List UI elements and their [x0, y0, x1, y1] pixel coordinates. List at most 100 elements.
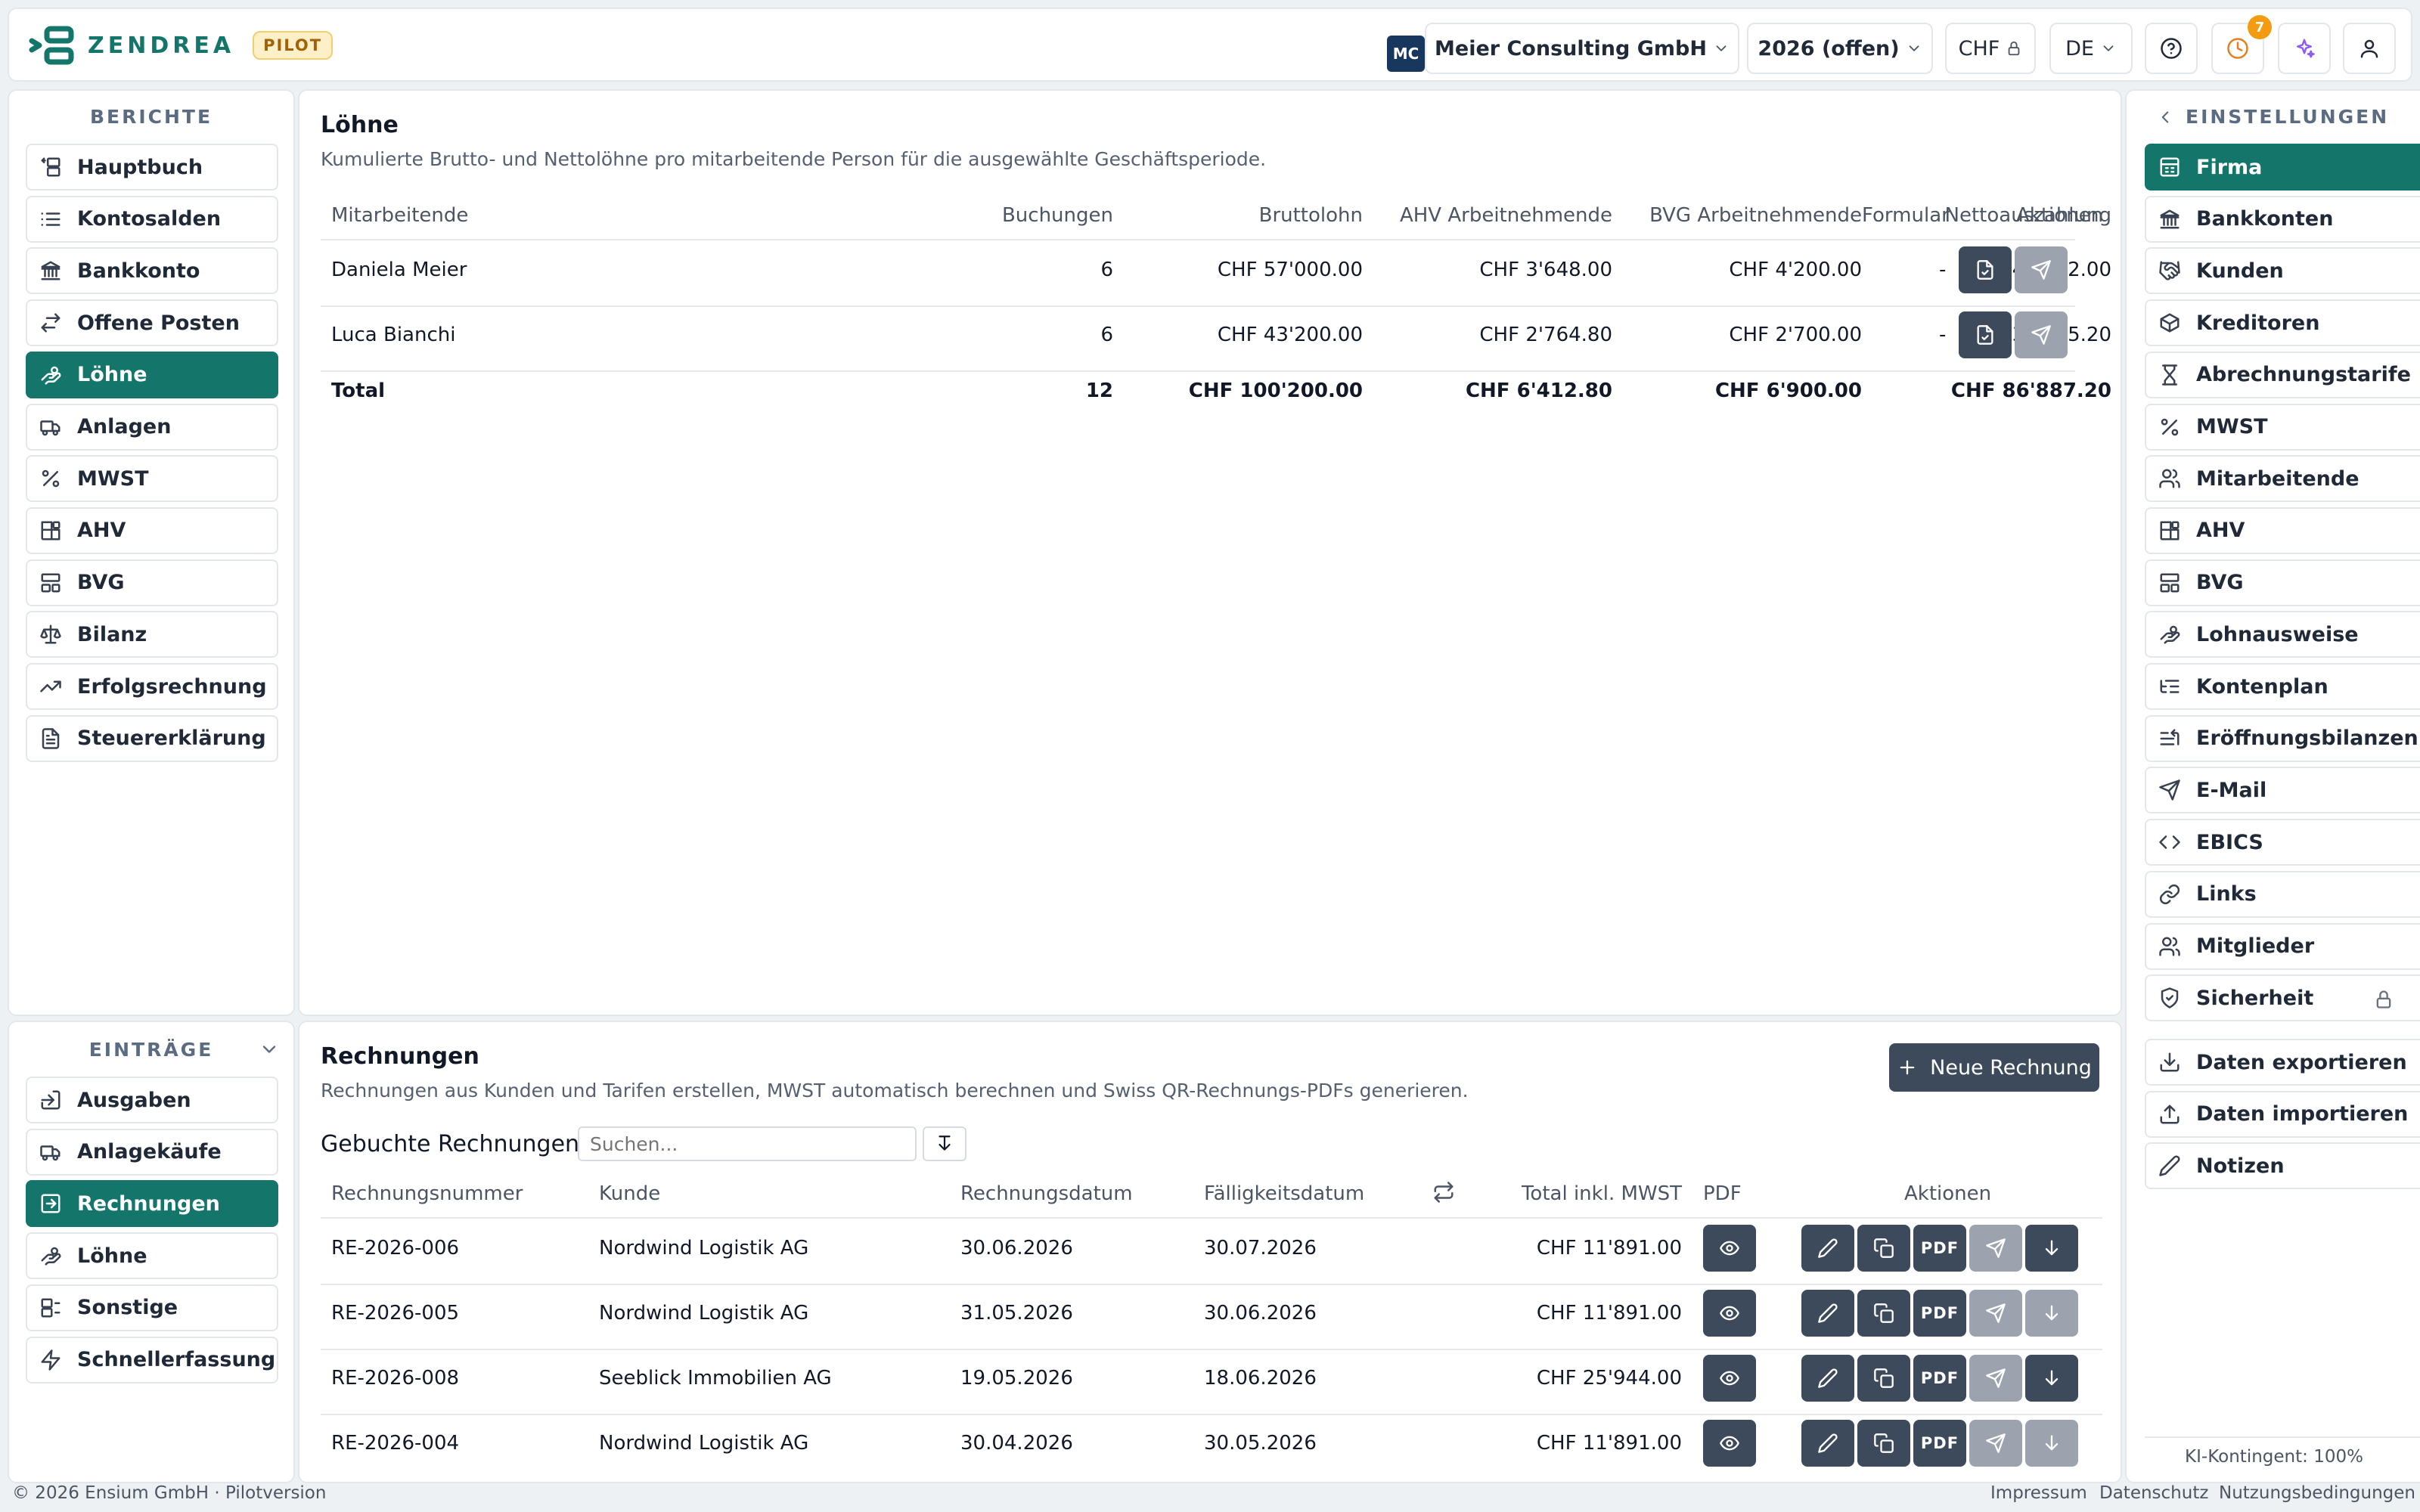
entries-item-0[interactable]: Ausgaben [26, 1077, 278, 1123]
settings-item-12[interactable]: E-Mail [2145, 767, 2420, 814]
edit-invoice-button[interactable] [1801, 1290, 1854, 1337]
send-invoice-button[interactable] [1969, 1225, 2022, 1272]
download-invoice-button[interactable] [2025, 1225, 2078, 1272]
download-invoice-button[interactable] [2025, 1420, 2078, 1467]
generate-payslip-button[interactable] [1959, 246, 2012, 293]
sidebar-item-ledger-0[interactable]: Hauptbuch [26, 144, 278, 191]
footer-link-terms[interactable]: Nutzungsbedingungen [2219, 1483, 2415, 1503]
timer-button[interactable]: 7 [2211, 15, 2272, 74]
invoice-date: 31.05.2026 [960, 1302, 1073, 1325]
hourglass-icon [2158, 364, 2181, 386]
app-logo[interactable]: ZENDREA PILOT [29, 24, 334, 67]
invoice-number[interactable]: RE-2026-005 [331, 1302, 459, 1325]
invoice-number[interactable]: RE-2026-004 [331, 1432, 459, 1455]
invoice-number[interactable]: RE-2026-008 [331, 1367, 459, 1390]
eye-icon [1719, 1303, 1740, 1324]
download-invoice-button[interactable] [2025, 1290, 2078, 1337]
footer-link-impressum[interactable]: Impressum [1990, 1483, 2087, 1503]
send-invoice-button[interactable] [1969, 1355, 2022, 1402]
chevron-down-icon [1713, 40, 1730, 57]
new-invoice-button[interactable]: Neue Rechnung [1889, 1043, 2099, 1092]
settings-data-item-0[interactable]: Daten exportieren [2145, 1039, 2420, 1086]
pencil-icon [1817, 1368, 1838, 1389]
settings-item-7[interactable]: AHV [2145, 507, 2420, 554]
ai-button[interactable] [2278, 23, 2331, 74]
download-invoice-button[interactable] [2025, 1355, 2078, 1402]
sidebar-item-trend-10[interactable]: Erfolgsrechnung [26, 663, 278, 710]
pdf-button[interactable]: PDF [1913, 1355, 1966, 1402]
entries-item-4[interactable]: Sonstige [26, 1284, 278, 1331]
settings-item-4[interactable]: Abrechnungstarife [2145, 351, 2420, 398]
settings-item-0[interactable]: Firma [2145, 144, 2420, 191]
sort-direction-button[interactable] [923, 1126, 966, 1161]
settings-item-15[interactable]: Mitglieder [2145, 922, 2420, 970]
sidebar-item-bank-2[interactable]: Bankkonto [26, 247, 278, 295]
sidebar-item-blocks-7[interactable]: AHV [26, 507, 278, 554]
settings-item-1[interactable]: Bankkonten [2145, 195, 2420, 243]
settings-item-3[interactable]: Kreditoren [2145, 299, 2420, 347]
sidebar-item-layout-8[interactable]: BVG [26, 559, 278, 606]
footer-link-datenschutz[interactable]: Datenschutz [2099, 1483, 2208, 1503]
invoice-customer: Nordwind Logistik AG [599, 1432, 809, 1455]
language-selector[interactable]: DE [2049, 23, 2133, 74]
bank-icon [39, 259, 62, 282]
duplicate-invoice-button[interactable] [1857, 1355, 1910, 1402]
currency-lock[interactable]: CHF [1945, 23, 2036, 74]
view-pdf-button[interactable] [1703, 1355, 1756, 1402]
view-pdf-button[interactable] [1703, 1225, 1756, 1272]
entries-item-1[interactable]: Anlagekäufe [26, 1128, 278, 1176]
duplicate-invoice-button[interactable] [1857, 1420, 1910, 1467]
period-selector[interactable]: 2026 (offen) [1747, 23, 1933, 74]
company-selector[interactable]: Meier Consulting GmbH [1425, 23, 1739, 74]
pdf-button[interactable]: PDF [1913, 1420, 1966, 1467]
duplicate-invoice-button[interactable] [1857, 1290, 1910, 1337]
ai-quota: KI-Kontingent: 100% [2185, 1447, 2363, 1467]
send-payslip-button[interactable] [2015, 311, 2068, 358]
edit-invoice-button[interactable] [1801, 1355, 1854, 1402]
edit-invoice-button[interactable] [1801, 1225, 1854, 1272]
settings-item-11[interactable]: Eröffnungsbilanzen [2145, 714, 2420, 762]
sidebar-item-document-11[interactable]: Steuererklärung [26, 714, 278, 762]
sidebar-item-list-1[interactable]: Kontosalden [26, 195, 278, 243]
send-payslip-button[interactable] [2015, 246, 2068, 293]
pdf-button[interactable]: PDF [1913, 1225, 1966, 1272]
settings-item-2[interactable]: Kunden [2145, 247, 2420, 295]
sidebar-item-percent-6[interactable]: MWST [26, 455, 278, 503]
view-pdf-button[interactable] [1703, 1290, 1756, 1337]
settings-item-5[interactable]: MWST [2145, 403, 2420, 451]
settings-item-6[interactable]: Mitarbeitende [2145, 455, 2420, 503]
invoice-number[interactable]: RE-2026-006 [331, 1237, 459, 1259]
file-icon [1975, 324, 1996, 345]
send-invoice-button[interactable] [1969, 1290, 2022, 1337]
entries-item-3[interactable]: Löhne [26, 1232, 278, 1280]
duplicate-invoice-button[interactable] [1857, 1225, 1910, 1272]
edit-invoice-button[interactable] [1801, 1420, 1854, 1467]
settings-data-item-2[interactable]: Notizen [2145, 1142, 2420, 1190]
sidebar-item-payroll-4[interactable]: Löhne [26, 351, 278, 398]
settings-item-10[interactable]: Kontenplan [2145, 663, 2420, 710]
generate-payslip-button[interactable] [1959, 311, 2012, 358]
invoice-search-input[interactable] [578, 1126, 917, 1161]
entries-item-2[interactable]: Rechnungen [26, 1180, 278, 1228]
view-pdf-button[interactable] [1703, 1420, 1756, 1467]
pencil-icon [1817, 1238, 1838, 1259]
settings-item-14[interactable]: Links [2145, 870, 2420, 918]
collapse-chevron-icon[interactable] [259, 1039, 280, 1060]
sidebar-item-arrows-3[interactable]: Offene Posten [26, 299, 278, 347]
help-button[interactable] [2145, 23, 2198, 74]
nav-label: E-Mail [2196, 778, 2267, 802]
send-invoice-button[interactable] [1969, 1420, 2022, 1467]
reports-panel: BERICHTE Hauptbuch Kontosalden Bankkonto Of… [8, 89, 295, 1016]
pdf-button[interactable]: PDF [1913, 1290, 1966, 1337]
entries-item-5[interactable]: Schnellerfassung [26, 1336, 278, 1383]
percent-icon [2158, 416, 2181, 438]
sidebar-item-scale-9[interactable]: Bilanz [26, 611, 278, 658]
settings-item-13[interactable]: EBICS [2145, 819, 2420, 866]
settings-data-item-1[interactable]: Daten importieren [2145, 1090, 2420, 1138]
settings-heading: EINSTELLUNGEN [2186, 106, 2390, 128]
chevron-left-icon[interactable] [2155, 107, 2175, 127]
sidebar-item-truck-5[interactable]: Anlagen [26, 403, 278, 451]
settings-item-9[interactable]: Lohnausweise [2145, 611, 2420, 658]
settings-item-8[interactable]: BVG [2145, 559, 2420, 606]
user-menu-button[interactable] [2343, 23, 2396, 74]
